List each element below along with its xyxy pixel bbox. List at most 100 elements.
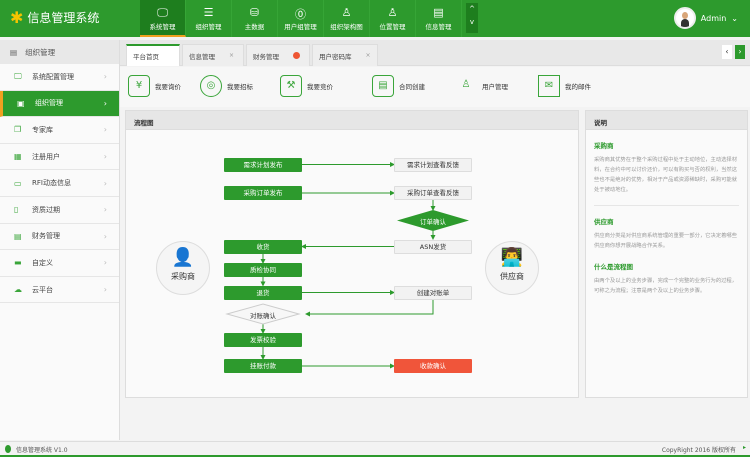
supplier-label: 供应商	[500, 272, 524, 281]
sidebar-item-label: 系统配置管理	[32, 72, 74, 81]
mail-icon: ✉	[538, 75, 560, 97]
close-icon[interactable]: ×	[366, 52, 371, 59]
nav-master-data[interactable]: ⛁ 主数据	[232, 0, 278, 37]
step-return[interactable]: 退货	[224, 285, 302, 300]
shortcut-label: 我的邮件	[565, 83, 591, 91]
status-icon	[5, 445, 11, 453]
chevron-down-icon: ⌄	[731, 13, 738, 23]
section-text: 由两个及以上的业务步骤，完成一个完整的业务行为的过程，可称之为流程；注意是两个及…	[594, 278, 738, 294]
chevron-down-icon[interactable]: v	[466, 16, 478, 29]
tab-label: 用户密码库	[319, 52, 352, 61]
flow-panel: 流程图 👤 采购商 👨‍💻 供应商 需求计划发布 采购订单发布 收货 质检协同 退货…	[125, 110, 579, 398]
username: Admin	[700, 13, 727, 23]
tab-finance[interactable]: 财务管理	[246, 44, 310, 66]
target-icon: ◎	[200, 75, 222, 97]
tab-info[interactable]: 信息管理 ×	[182, 44, 244, 66]
chevron-right-icon: ›	[103, 125, 107, 135]
chevron-right-icon: ›	[103, 258, 107, 268]
tab-label: 信息管理	[189, 52, 215, 61]
shortcut-label: 用户管理	[482, 83, 508, 91]
header: ✱ 信息管理系统 🖵 系统管理 ☰ 组织管理 ⛁ 主数据 ⓪ 用户组管理 ♙ 组织架构图 ♙…	[0, 0, 750, 37]
tab-home[interactable]: 平台首页	[126, 44, 180, 66]
logo-star-icon: ✱	[10, 8, 24, 27]
nav-user-group[interactable]: ⓪ 用户组管理	[278, 0, 324, 37]
step-demand-publish[interactable]: 需求计划发布	[224, 157, 302, 172]
nav-info[interactable]: ▤ 信息管理	[416, 0, 462, 37]
sidebar-item-label: 自定义	[32, 258, 53, 267]
sidebar-item-org[interactable]: ▣ 组织管理 ›	[0, 90, 119, 118]
close-icon[interactable]	[293, 52, 300, 59]
shortcut-users[interactable]: ♙ 用户管理	[455, 75, 508, 97]
shortcut-mail[interactable]: ✉ 我的邮件	[538, 75, 591, 97]
caret-right-icon: ▸	[742, 444, 746, 451]
nav-label: 系统管理	[149, 23, 176, 31]
shortcut-label: 合同创建	[399, 83, 425, 91]
org-icon: ▣	[17, 98, 25, 108]
step-order-feedback[interactable]: 采购订单查看反馈	[394, 186, 472, 200]
section-text: 采购商其优势在于整个采购过程中处于主动地位，主动选择材料，在合约中可以讨价还价，…	[594, 155, 739, 206]
chevron-right-icon: ›	[103, 152, 107, 162]
yen-icon: ¥	[128, 75, 150, 97]
nav-location[interactable]: ♙ 位置管理	[370, 0, 416, 37]
nav-org[interactable]: ☰ 组织管理	[186, 0, 232, 37]
calendar-icon: ▦	[14, 152, 22, 162]
sidebar-item-cloud[interactable]: ☁ 云平台 ›	[0, 277, 119, 304]
step-order-publish[interactable]: 采购订单发布	[224, 186, 302, 200]
nav-label: 组织架构图	[330, 23, 363, 31]
auction-icon: ⚒	[280, 75, 302, 97]
sidebar-item-finance[interactable]: ▤ 财务管理 ›	[0, 224, 119, 251]
sidebar-item-qualification[interactable]: ▯ 资质过期 ›	[0, 197, 119, 224]
footer-version: 信息管理系统 V1.0	[16, 447, 68, 454]
sidebar-title-label: 组织管理	[25, 47, 56, 57]
shortcut-label: 我要询价	[155, 83, 181, 91]
step-receive[interactable]: 收货	[224, 239, 302, 254]
step-asn[interactable]: ASN发货	[394, 239, 472, 254]
sidebar-item-label: 云平台	[32, 285, 53, 294]
sidebar-item-register[interactable]: ▦ 注册用户 ›	[0, 144, 119, 171]
sidebar-item-label: 注册用户	[32, 152, 60, 161]
shortcut-contract[interactable]: ▤ 合同创建	[372, 75, 425, 97]
step-qc[interactable]: 质检协同	[224, 263, 302, 277]
nav-system[interactable]: 🖵 系统管理	[140, 0, 186, 37]
user-icon: 👤	[171, 247, 195, 268]
step-payment[interactable]: 挂账付款	[224, 359, 302, 373]
sidebar-item-system-config[interactable]: 🖵 系统配置管理 ›	[0, 64, 119, 91]
step-receipt-confirm[interactable]: 收款确认	[394, 359, 472, 373]
sidebar-item-rfi[interactable]: ▭ RFI动态信息 ›	[0, 170, 119, 197]
tab-scroll-left[interactable]: ‹	[722, 45, 732, 59]
arrow-statement-confirm	[305, 299, 434, 317]
sidebar-item-label: RFI动态信息	[32, 179, 71, 188]
chevron-up-icon[interactable]: ^	[466, 3, 478, 16]
close-icon[interactable]: ×	[229, 52, 234, 59]
reconcile-confirm-label: 对账确认	[250, 312, 276, 320]
nav-org-chart[interactable]: ♙ 组织架构图	[324, 0, 370, 37]
shortcut-tender[interactable]: ◎ 我要招标	[200, 75, 253, 97]
chevron-right-icon: ›	[103, 98, 107, 108]
logo: ✱ 信息管理系统	[10, 8, 99, 27]
user-menu[interactable]: Admin ⌄	[673, 7, 738, 29]
sidebar-item-experts[interactable]: ❐ 专家库 ›	[0, 117, 119, 144]
chevron-right-icon: ›	[103, 231, 107, 241]
footer-copyright: CopyRight 2016 版权所有	[661, 447, 736, 454]
section-heading: 采购商	[594, 142, 614, 150]
top-nav: 🖵 系统管理 ☰ 组织管理 ⛁ 主数据 ⓪ 用户组管理 ♙ 组织架构图 ♙ 位置管理 ▤ 信息…	[140, 0, 482, 37]
shortcut-bid[interactable]: ⚒ 我要竞价	[280, 75, 333, 97]
tab-passwords[interactable]: 用户密码库 ×	[312, 44, 378, 66]
nav-label: 组织管理	[195, 23, 222, 31]
file-icon: ▯	[14, 205, 19, 215]
card-icon: ▭	[14, 178, 22, 188]
sidebar-title: ▤ 组织管理	[0, 40, 119, 64]
step-invoice-check[interactable]: 发票校验	[224, 333, 302, 347]
step-demand-feedback[interactable]: 需求计划查看反馈	[394, 157, 472, 172]
tab-scroll-right[interactable]: ›	[735, 45, 745, 59]
monitor-icon: 🖵	[14, 71, 22, 81]
chevron-right-icon: ›	[103, 72, 107, 82]
shortcut-inquiry[interactable]: ¥ 我要询价	[128, 75, 181, 97]
shortcut-label: 我要招标	[227, 83, 253, 91]
sidebar-item-custom[interactable]: ▬ 自定义 ›	[0, 250, 119, 277]
step-create-statement[interactable]: 创建对账单	[394, 285, 472, 300]
copy-icon: ❐	[14, 125, 22, 135]
list-icon: ☰	[203, 6, 214, 19]
menu-icon: ▤	[10, 47, 18, 57]
nav-scroll[interactable]: ^ v	[466, 3, 478, 33]
